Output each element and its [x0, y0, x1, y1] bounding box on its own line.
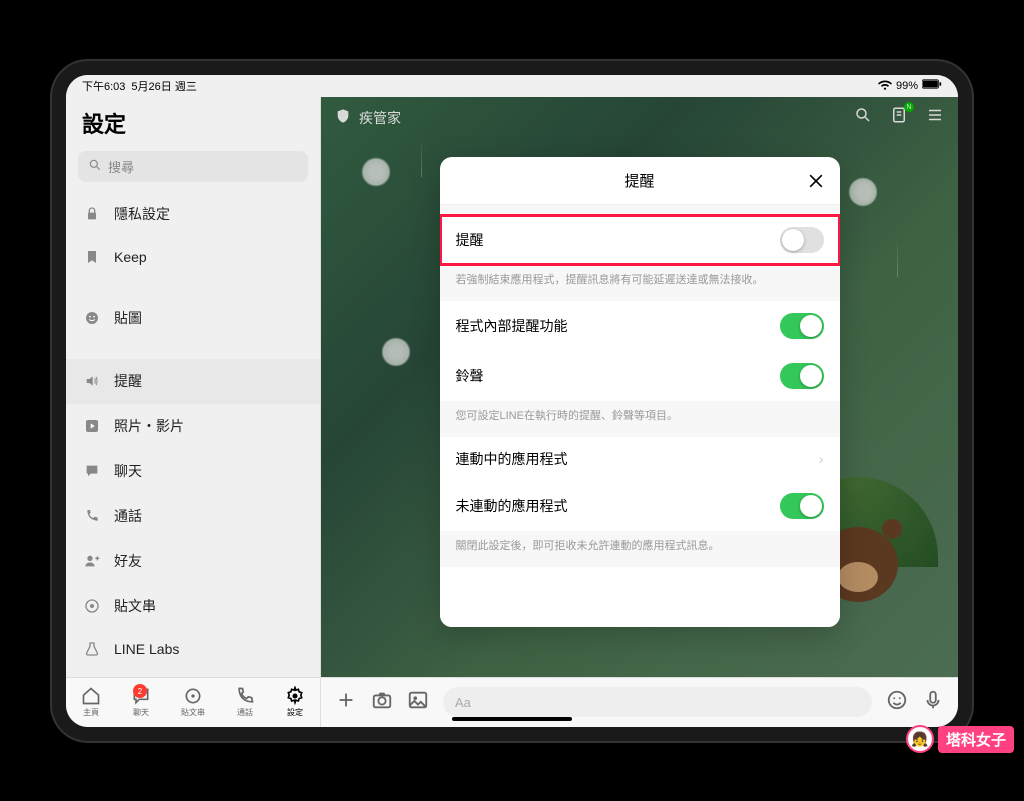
row-label: 提醒 — [456, 230, 484, 250]
sidebar-label: 聊天 — [114, 461, 142, 481]
image-icon[interactable] — [407, 689, 429, 716]
phone-icon — [84, 508, 102, 524]
sidebar-item-labs[interactable]: LINE Labs — [66, 629, 320, 670]
chat-area: 疾管家 — [321, 97, 958, 677]
ipad-screen: 下午6:03 5月26日 週三 99% 設定 搜尋 — [66, 75, 958, 727]
search-placeholder: 搜尋 — [108, 157, 134, 176]
search-input[interactable]: 搜尋 — [78, 151, 308, 182]
sidebar-item-friends[interactable]: 好友 — [66, 539, 320, 584]
sidebar-item-chat[interactable]: 聊天 — [66, 449, 320, 494]
modal-title: 提醒 — [624, 170, 654, 191]
sidebar-item-stickers[interactable]: 貼圖 — [66, 296, 320, 341]
sidebar-item-timeline[interactable]: 貼文串 — [66, 584, 320, 629]
mic-icon[interactable] — [922, 689, 944, 716]
modal-row-linked-apps[interactable]: 連動中的應用程式 › — [440, 437, 840, 481]
sidebar-item-call[interactable]: 通話 — [66, 494, 320, 539]
modal-row-notifications: 提醒 — [440, 215, 840, 265]
status-bar: 下午6:03 5月26日 週三 99% — [66, 75, 958, 97]
sidebar-item-notifications[interactable]: 提醒 — [66, 359, 320, 404]
row-label: 連動中的應用程式 — [456, 449, 568, 469]
row-label: 程式內部提醒功能 — [456, 316, 568, 336]
tab-call[interactable]: 通話 — [235, 686, 255, 718]
wifi-icon — [878, 77, 892, 94]
sidebar-list[interactable]: 隱私設定 Keep 貼圖 提醒 — [66, 192, 320, 677]
tab-chat[interactable]: 2 聊天 — [131, 686, 151, 718]
sidebar-label: 照片・影片 — [114, 416, 184, 436]
play-icon — [84, 418, 102, 434]
watermark-avatar: 👧 — [906, 725, 934, 753]
modal-hint: 您可設定LINE在執行時的提醒、鈴聲等項目。 — [440, 401, 840, 437]
modal-row-inapp: 程式內部提醒功能 — [440, 301, 840, 351]
watermark-text: 塔科女子 — [938, 726, 1014, 753]
modal-row-unlinked-apps: 未連動的應用程式 — [440, 481, 840, 531]
emoji-icon[interactable] — [886, 689, 908, 716]
plus-icon[interactable] — [335, 689, 357, 716]
status-time: 下午6:03 — [82, 78, 125, 94]
home-indicator[interactable] — [452, 717, 572, 721]
sidebar-item-privacy[interactable]: 隱私設定 — [66, 192, 320, 237]
tab-label: 聊天 — [133, 707, 149, 718]
row-label: 鈴聲 — [456, 366, 484, 386]
sidebar-item-keep[interactable]: Keep — [66, 237, 320, 278]
modal-overlay: 提醒 提醒 若強制結束應用程式，提醒訊息將有可能延遲送達或 — [321, 97, 958, 677]
camera-icon[interactable] — [371, 689, 393, 716]
input-placeholder: Aa — [455, 695, 471, 710]
battery-percent: 99% — [896, 80, 918, 92]
sidebar-label: 貼文串 — [114, 596, 156, 616]
tab-settings[interactable]: 設定 — [285, 686, 305, 718]
notifications-toggle[interactable] — [780, 227, 824, 253]
tab-label: 通話 — [237, 707, 253, 718]
row-label: 未連動的應用程式 — [456, 496, 568, 516]
tab-home[interactable]: 主頁 — [81, 686, 101, 718]
tab-label: 設定 — [287, 707, 303, 718]
bookmark-icon — [84, 249, 102, 265]
sidebar-label: 貼圖 — [114, 308, 142, 328]
sidebar-label: 好友 — [114, 551, 142, 571]
chevron-right-icon: › — [819, 451, 824, 467]
sound-toggle[interactable] — [780, 363, 824, 389]
watermark: 👧 塔科女子 — [906, 725, 1014, 753]
modal-hint: 關閉此設定後，即可拒收未允許連動的應用程式訊息。 — [440, 531, 840, 567]
sidebar-label: 隱私設定 — [114, 204, 170, 224]
search-icon — [88, 158, 102, 175]
tab-label: 貼文串 — [181, 707, 205, 718]
friend-icon — [84, 553, 102, 569]
chat-badge: 2 — [133, 684, 147, 698]
sidebar-label: LINE Labs — [114, 641, 179, 657]
tab-label: 主頁 — [83, 707, 99, 718]
unlinked-toggle[interactable] — [780, 493, 824, 519]
flask-icon — [84, 641, 102, 657]
tab-timeline[interactable]: 貼文串 — [181, 686, 205, 718]
status-date: 5月26日 週三 — [131, 78, 196, 94]
speaker-icon — [84, 373, 102, 389]
sidebar-label: 通話 — [114, 506, 142, 526]
sidebar-label: 提醒 — [114, 371, 142, 391]
modal-body: 提醒 若強制結束應用程式，提醒訊息將有可能延遲送達或無法接收。 程式內部提醒功能 — [440, 205, 840, 627]
main-area: 設定 搜尋 隱私設定 Keep — [66, 97, 958, 677]
settings-sidebar: 設定 搜尋 隱私設定 Keep — [66, 97, 321, 677]
sidebar-label: Keep — [114, 249, 147, 265]
sidebar-item-media[interactable]: 照片・影片 — [66, 404, 320, 449]
chat-icon — [84, 463, 102, 479]
lock-icon — [84, 206, 102, 222]
modal-header: 提醒 — [440, 157, 840, 205]
smile-icon — [84, 310, 102, 326]
notifications-modal: 提醒 提醒 若強制結束應用程式，提醒訊息將有可能延遲送達或 — [440, 157, 840, 627]
ipad-frame: 下午6:03 5月26日 週三 99% 設定 搜尋 — [52, 61, 972, 741]
modal-row-sound: 鈴聲 — [440, 351, 840, 401]
close-icon[interactable] — [806, 171, 826, 191]
sidebar-title: 設定 — [66, 97, 320, 145]
modal-hint: 若強制結束應用程式，提醒訊息將有可能延遲送達或無法接收。 — [440, 265, 840, 301]
inapp-toggle[interactable] — [780, 313, 824, 339]
battery-icon — [922, 79, 942, 92]
timeline-icon — [84, 598, 102, 614]
message-input[interactable]: Aa — [443, 687, 872, 717]
